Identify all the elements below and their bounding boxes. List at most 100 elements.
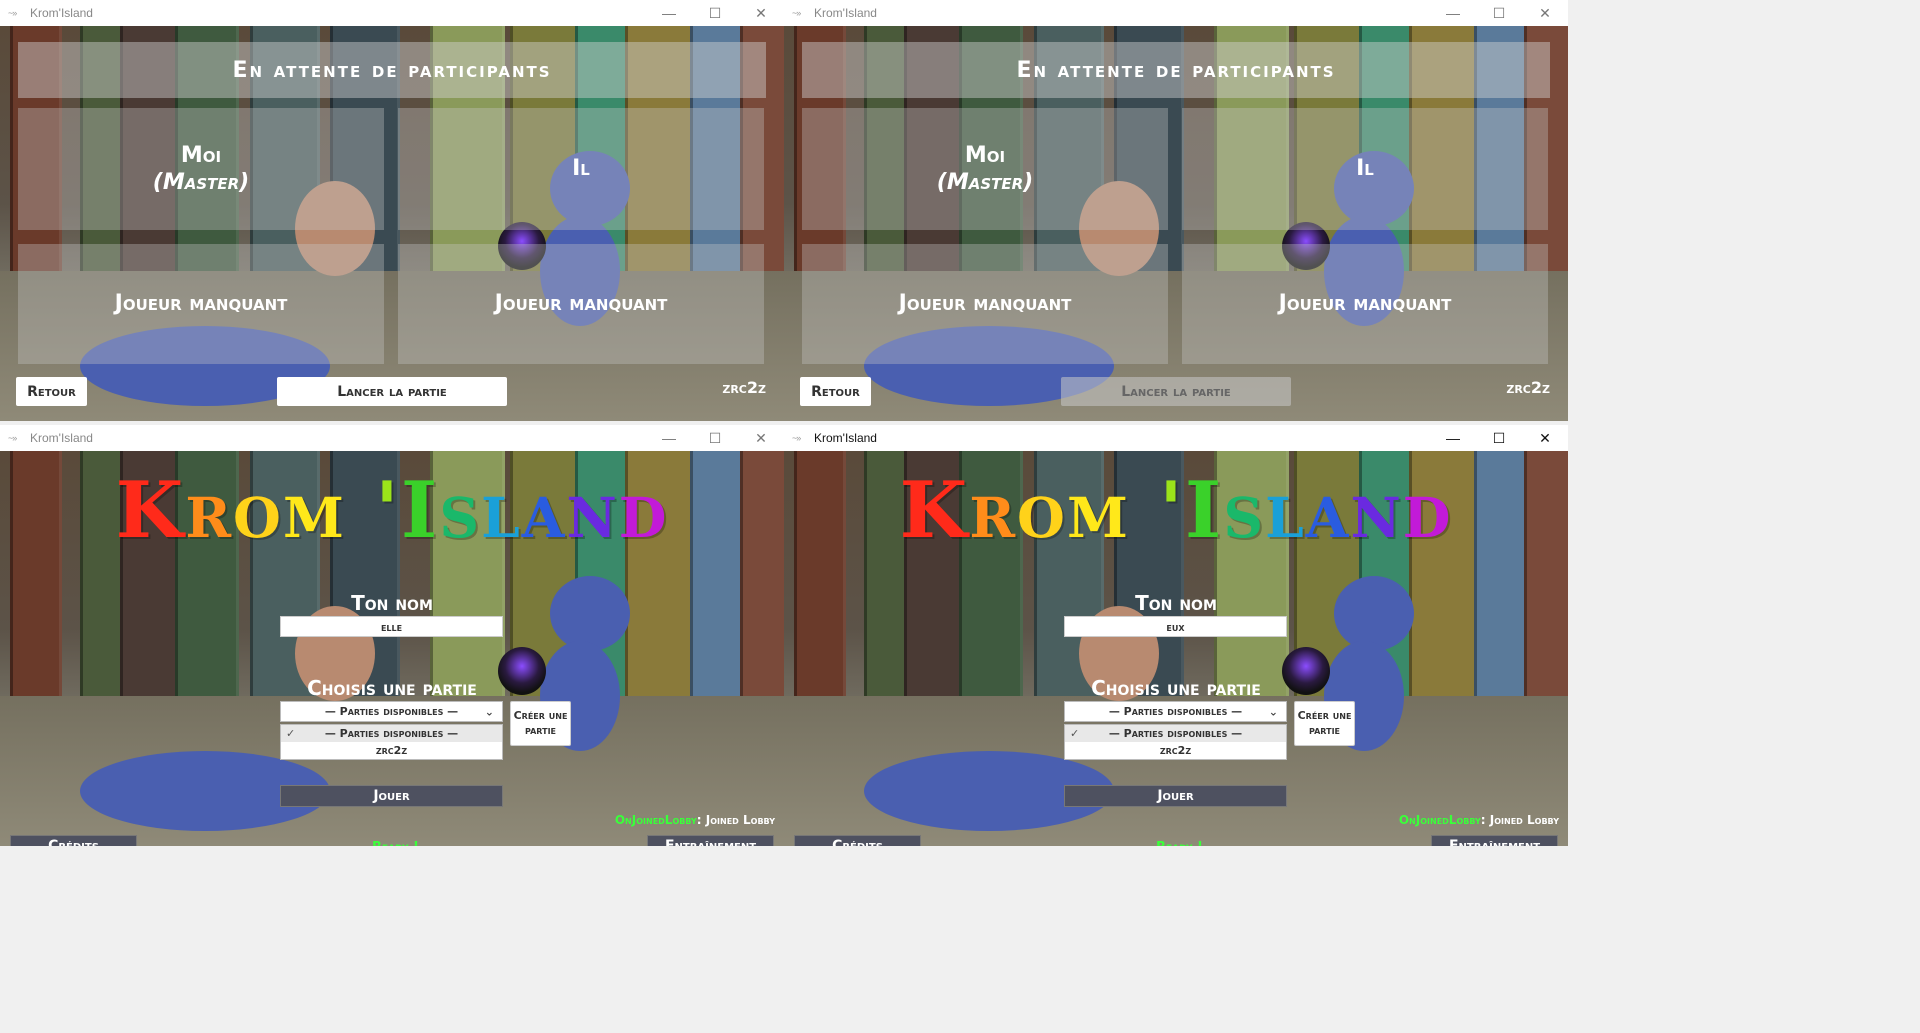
title-letter: I <box>400 465 440 556</box>
check-icon: ✓ <box>286 727 296 740</box>
lobby-window-guest: ~» Krom'Island — ☐ ✕ En attente de participan… <box>784 0 1568 421</box>
room-code: zrc2z <box>1506 378 1550 397</box>
close-icon[interactable]: ✕ <box>738 0 784 26</box>
title-letter: s <box>439 465 482 556</box>
game-title-logo: Krom 'Island <box>0 465 784 556</box>
minimize-icon[interactable]: — <box>646 0 692 26</box>
player-slot-3: Joueur manquant <box>802 244 1168 364</box>
window-title: Krom'Island <box>30 431 93 445</box>
training-button[interactable]: Entraînement <box>647 835 774 846</box>
lobby-header: En attente de participants <box>18 42 766 98</box>
menu-window-eux: ~» Krom'Island — ☐ ✕ Krom 'Island Ton nom eux Ch… <box>784 425 1568 846</box>
game-select[interactable]: — Parties disponibles — ⌄ <box>1064 701 1287 722</box>
maximize-icon[interactable]: ☐ <box>692 425 738 451</box>
launch-game-button[interactable]: Lancer la partie <box>1061 377 1291 406</box>
room-code: zrc2z <box>722 378 766 397</box>
chevron-down-icon: ⌄ <box>1268 705 1278 718</box>
player-slot-4: Joueur manquant <box>398 244 764 364</box>
close-icon[interactable]: ✕ <box>1522 425 1568 451</box>
title-letter: a <box>521 465 567 556</box>
create-game-line: Créer une <box>1297 709 1352 723</box>
maximize-icon[interactable]: ☐ <box>692 0 738 26</box>
menu-window-elle: ~» Krom'Island — ☐ ✕ Krom 'Island Ton nom elle C… <box>0 425 784 846</box>
slot-player-name: Joueur manquant <box>494 291 668 317</box>
dropdown-option-label: — Parties disponibles — <box>324 727 459 740</box>
connection-status: OnJoinedLobby: Joined Lobby <box>1399 813 1559 827</box>
game-select-value: — Parties disponibles — <box>1108 705 1243 718</box>
window-titlebar: ~» Krom'Island — ☐ ✕ <box>0 425 784 451</box>
launch-game-button[interactable]: Lancer la partie <box>277 377 507 406</box>
lobby-window-master: ~» Krom'Island — ☐ ✕ En attente de participan… <box>0 0 784 421</box>
back-button[interactable]: Retour <box>16 377 87 406</box>
create-game-text: Créer une partie <box>1298 709 1352 738</box>
back-button[interactable]: Retour <box>800 377 871 406</box>
slot-text: Moi (Master) <box>937 142 1033 197</box>
training-button[interactable]: Entraînement <box>1431 835 1558 846</box>
maximize-icon[interactable]: ☐ <box>1476 425 1522 451</box>
player-name-input[interactable]: eux <box>1064 616 1287 637</box>
slot-player-name: Joueur manquant <box>1278 291 1452 317</box>
choose-game-label: Choisis une partie <box>307 676 477 700</box>
create-game-line: partie <box>524 723 557 737</box>
close-icon[interactable]: ✕ <box>738 425 784 451</box>
app-logo-icon: ~» <box>792 8 801 18</box>
lobby-header: En attente de participants <box>802 42 1550 98</box>
credits-button[interactable]: Crédits <box>794 835 921 846</box>
game-select[interactable]: — Parties disponibles — ⌄ <box>280 701 503 722</box>
title-letter: K <box>115 465 186 556</box>
title-letter: d <box>1402 465 1453 556</box>
status-value: : Joined Lobby <box>696 813 775 827</box>
player-slot-1: Moi (Master) <box>802 108 1168 230</box>
player-name-input[interactable]: elle <box>280 616 503 637</box>
title-letter: I <box>1184 465 1224 556</box>
dropdown-option[interactable]: ✓ — Parties disponibles — <box>1065 725 1286 742</box>
status-key: OnJoinedLobby <box>614 813 697 827</box>
play-button[interactable]: Jouer <box>280 785 503 807</box>
title-letter <box>346 465 375 556</box>
title-letter: n <box>1350 465 1403 556</box>
title-letter: r <box>185 465 234 556</box>
dropdown-option[interactable]: zrc2z <box>1065 742 1286 759</box>
window-title: Krom'Island <box>814 431 877 445</box>
dropdown-option[interactable]: ✓ — Parties disponibles — <box>281 725 502 742</box>
title-letter: a <box>1305 465 1351 556</box>
app-logo-icon: ~» <box>8 8 17 18</box>
dropdown-option-label: zrc2z <box>1159 744 1192 757</box>
dropdown-option-label: — Parties disponibles — <box>1108 727 1243 740</box>
title-letter: m <box>1066 465 1130 556</box>
player-slot-1: Moi (Master) <box>18 108 384 230</box>
lobby-screen: En attente de participants Moi (Master) Il J… <box>784 26 1568 421</box>
title-letter: l <box>481 465 522 556</box>
chevron-down-icon: ⌄ <box>484 705 494 718</box>
minimize-icon[interactable]: — <box>1430 425 1476 451</box>
close-icon[interactable]: ✕ <box>1522 0 1568 26</box>
create-game-button[interactable]: Créer une partie <box>1294 701 1355 746</box>
maximize-icon[interactable]: ☐ <box>1476 0 1522 26</box>
create-game-text: Créer une partie <box>514 709 568 738</box>
player-slot-3: Joueur manquant <box>18 244 384 364</box>
slot-player-name: Moi <box>964 142 1006 168</box>
slot-player-name: Moi <box>180 142 222 168</box>
title-letter: d <box>618 465 669 556</box>
play-button[interactable]: Jouer <box>1064 785 1287 807</box>
desktop: ~» Krom'Island — ☐ ✕ En attente de participan… <box>0 0 1920 1033</box>
credits-button[interactable]: Crédits <box>10 835 137 846</box>
lobby-screen: En attente de participants Moi (Master) Il J… <box>0 26 784 421</box>
choose-game-label: Choisis une partie <box>1091 676 1261 700</box>
minimize-icon[interactable]: — <box>1430 0 1476 26</box>
minimize-icon[interactable]: — <box>646 425 692 451</box>
game-title-logo: Krom 'Island <box>784 465 1568 556</box>
create-game-line: Créer une <box>513 709 568 723</box>
slot-text: Moi (Master) <box>153 142 249 197</box>
title-letter: m <box>282 465 346 556</box>
title-letter: n <box>566 465 619 556</box>
create-game-button[interactable]: Créer une partie <box>510 701 571 746</box>
status-key: OnJoinedLobby <box>1398 813 1481 827</box>
window-title: Krom'Island <box>30 6 93 20</box>
dropdown-option[interactable]: zrc2z <box>281 742 502 759</box>
title-letter <box>1130 465 1159 556</box>
slot-player-name: Il <box>572 156 590 182</box>
window-titlebar: ~» Krom'Island — ☐ ✕ <box>784 0 1568 26</box>
window-title: Krom'Island <box>814 6 877 20</box>
name-label: Ton nom <box>1135 591 1217 615</box>
